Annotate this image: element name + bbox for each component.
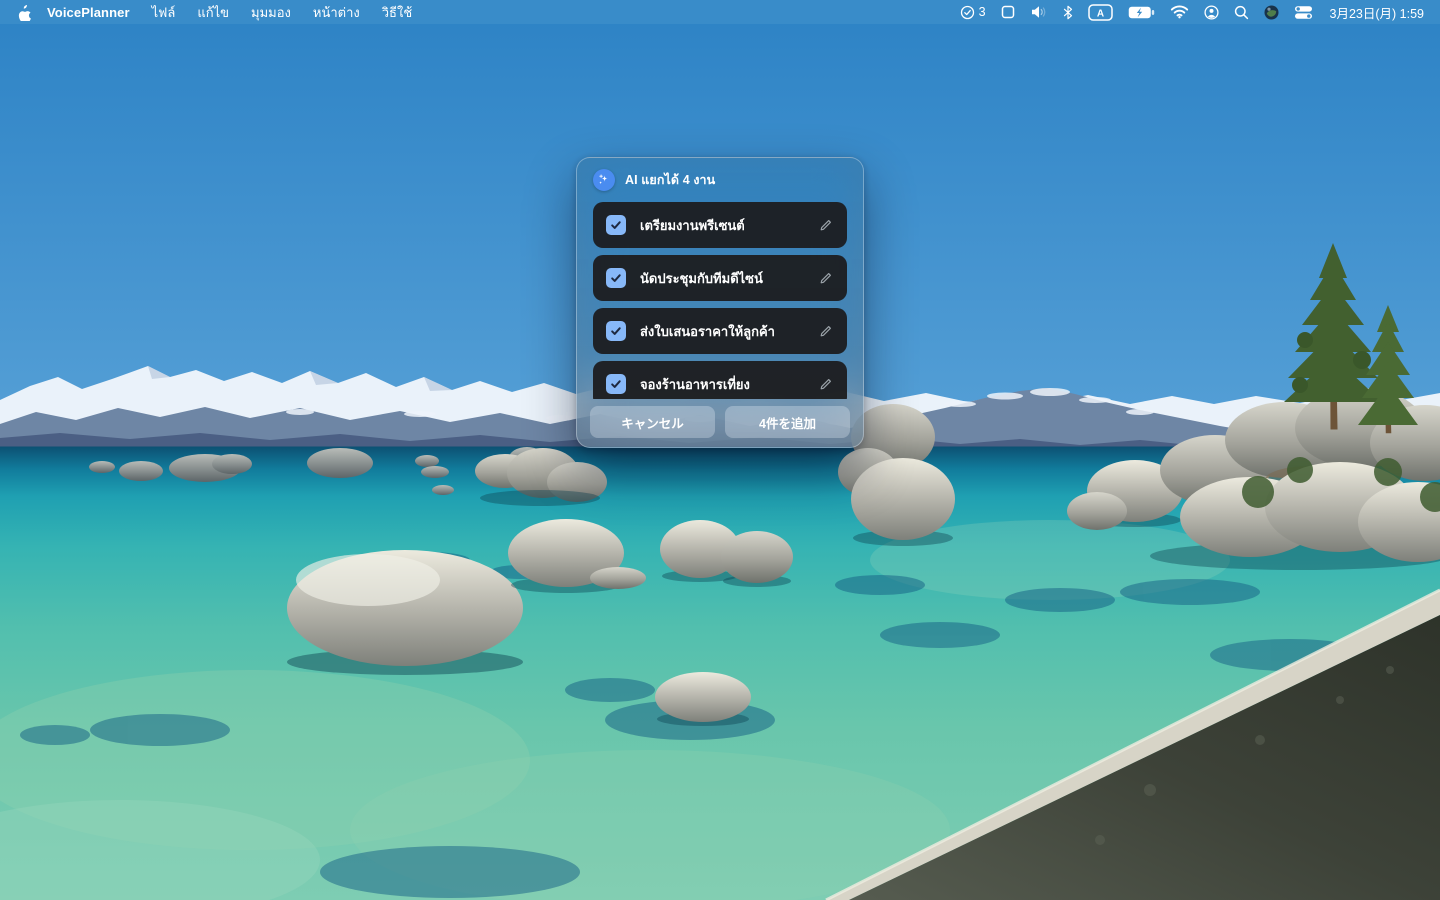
app-menu-title[interactable]: VoicePlanner	[47, 5, 130, 20]
menu-file[interactable]: ไฟล์	[152, 2, 176, 23]
status-input-source[interactable]: A	[1088, 4, 1113, 21]
task-label: จองร้านอาหารเที่ยง	[640, 374, 816, 395]
status-task-counter[interactable]: 3	[960, 5, 986, 20]
status-control-center[interactable]	[1294, 5, 1313, 20]
task-label: ส่งใบเสนอราคาให้ลูกค้า	[640, 321, 816, 342]
edit-task-button[interactable]	[816, 322, 834, 340]
task-label: เตรียมงานพรีเซนต์	[640, 215, 816, 236]
add-tasks-button[interactable]: 4件を追加	[725, 406, 850, 438]
battery-charging-icon	[1128, 6, 1155, 19]
menu-help[interactable]: วิธีใช้	[382, 2, 412, 23]
pencil-icon	[818, 271, 833, 286]
checkmark-icon	[610, 219, 622, 231]
cancel-button[interactable]: キャンセル	[590, 406, 715, 438]
status-desktop-globe[interactable]	[1264, 5, 1279, 20]
ai-sparkle-badge	[593, 169, 615, 191]
menu-view[interactable]: มุมมอง	[251, 2, 291, 23]
checkmark-icon	[610, 272, 622, 284]
task-list: เตรียมงานพรีเซนต์ นัดประชุมกับทีมดีไซน์	[593, 202, 847, 399]
status-battery[interactable]	[1128, 6, 1155, 19]
status-search[interactable]	[1234, 5, 1249, 20]
ai-task-dialog: AI แยกได้ 4 งาน เตรียมงานพรีเซนต์	[576, 157, 864, 448]
dialog-actions: キャンセル 4件を追加	[590, 406, 850, 438]
task-row: ส่งใบเสนอราคาให้ลูกค้า	[593, 308, 847, 354]
status-wifi[interactable]	[1170, 5, 1189, 19]
menu-bar: VoicePlanner ไฟล์ แก้ไข มุมมอง หน้าต่าง …	[0, 0, 1440, 24]
volume-icon	[1030, 5, 1048, 19]
dialog-header: AI แยกได้ 4 งาน	[577, 158, 863, 202]
menu-window[interactable]: หน้าต่าง	[313, 2, 360, 23]
pencil-icon	[818, 324, 833, 339]
edit-task-button[interactable]	[816, 269, 834, 287]
task-checkbox[interactable]	[606, 268, 626, 288]
edit-task-button[interactable]	[816, 216, 834, 234]
dialog-title: AI แยกได้ 4 งาน	[625, 170, 715, 190]
task-row: จองร้านอาหารเที่ยง	[593, 361, 847, 399]
search-icon	[1234, 5, 1249, 20]
task-check-circle-icon	[960, 5, 975, 20]
checkmark-icon	[610, 325, 622, 337]
apple-icon	[16, 4, 31, 21]
status-user[interactable]	[1204, 5, 1219, 20]
control-center-icon	[1294, 5, 1313, 20]
checkmark-icon	[610, 378, 622, 390]
edit-task-button[interactable]	[816, 375, 834, 393]
input-source-icon: A	[1088, 4, 1113, 21]
task-label: นัดประชุมกับทีมดีไซน์	[640, 268, 816, 289]
menu-bar-clock[interactable]: 3月23日(月) 1:59	[1330, 3, 1424, 22]
task-row: นัดประชุมกับทีมดีไซน์	[593, 255, 847, 301]
status-volume[interactable]	[1030, 5, 1048, 19]
apple-menu[interactable]	[16, 4, 31, 21]
task-checkbox[interactable]	[606, 374, 626, 394]
desktop-globe-icon	[1264, 5, 1279, 20]
status-display[interactable]	[1001, 5, 1015, 19]
status-bluetooth[interactable]	[1063, 5, 1073, 20]
menu-edit[interactable]: แก้ไข	[197, 2, 229, 23]
pencil-icon	[818, 377, 833, 392]
display-icon	[1001, 5, 1015, 19]
task-row: เตรียมงานพรีเซนต์	[593, 202, 847, 248]
user-account-icon	[1204, 5, 1219, 20]
task-checkbox[interactable]	[606, 215, 626, 235]
wifi-icon	[1170, 5, 1189, 19]
ai-sparkle-icon	[597, 173, 611, 187]
pencil-icon	[818, 218, 833, 233]
wallpaper-lake-tahoe	[0, 0, 1440, 900]
desktop: VoicePlanner ไฟล์ แก้ไข มุมมอง หน้าต่าง …	[0, 0, 1440, 900]
input-source-letter: A	[1096, 8, 1103, 19]
task-checkbox[interactable]	[606, 321, 626, 341]
bluetooth-icon	[1063, 5, 1073, 20]
task-counter-value: 3	[979, 5, 986, 19]
